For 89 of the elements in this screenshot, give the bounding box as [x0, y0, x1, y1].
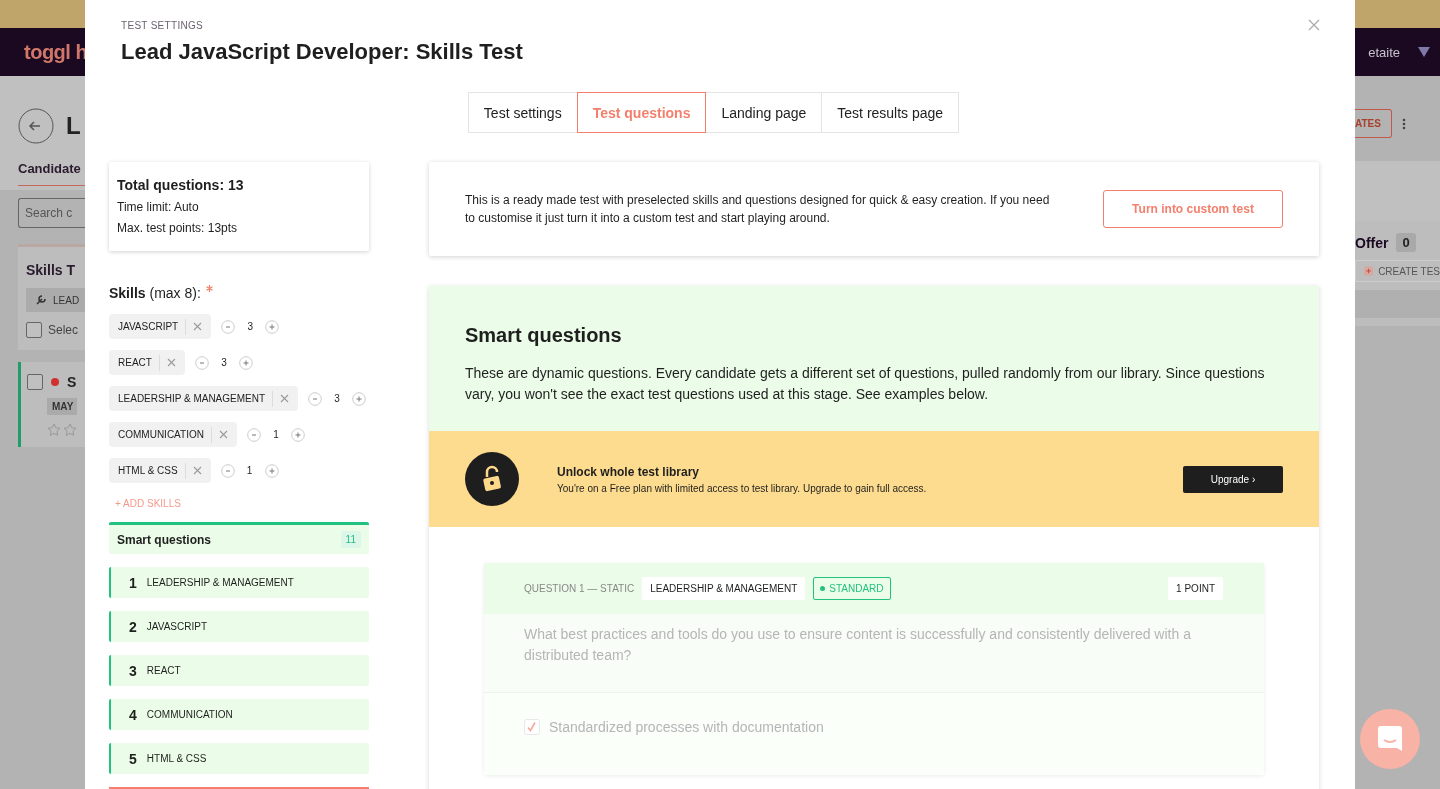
banner-text: You're on a Free plan with limited access to test library. Upgrade to gain full access. — [557, 482, 928, 494]
answer-text: Standardized processes with documentation — [549, 719, 824, 735]
stage-title: Skills T — [26, 262, 77, 278]
upgrade-button[interactable]: Upgrade › — [1183, 465, 1283, 493]
minus-icon[interactable] — [246, 427, 261, 442]
section-header[interactable]: Smart questions 11 — [109, 522, 369, 554]
plus-icon[interactable] — [265, 319, 280, 334]
time-limit: Time limit: Auto — [117, 200, 200, 214]
remove-icon[interactable] — [280, 394, 290, 403]
chat-button[interactable] — [1360, 709, 1420, 769]
page-title: L — [66, 112, 81, 140]
total-questions: Total questions: 13 — [117, 177, 245, 193]
question-skill: LEADERSHIP & MANAGEMENT — [146, 577, 294, 588]
user-name[interactable]: etaite — [1368, 44, 1400, 60]
skills-label: Skills (max 8): — [109, 285, 201, 301]
question-number: 3 — [129, 662, 137, 679]
more-icon[interactable] — [1401, 117, 1406, 130]
eyebrow-label: TEST SETTINGS — [121, 20, 204, 31]
skill-name: COMMUNICATION — [118, 429, 204, 440]
question-item[interactable]: 5 HTML & CSS — [109, 743, 369, 774]
unlocked-padlock-icon — [465, 452, 519, 506]
test-chip[interactable]: LEAD — [26, 288, 85, 312]
panel-title: Smart questions — [465, 324, 623, 347]
plus-icon — [1364, 265, 1374, 277]
question-count: 1 — [245, 465, 254, 476]
skill-name: HTML & CSS — [118, 465, 178, 476]
tab[interactable]: Test settings — [467, 92, 578, 133]
select-label: Selec — [48, 323, 79, 337]
question-item[interactable]: 1 LEADERSHIP & MANAGEMENT — [109, 567, 369, 598]
question-number: 2 — [129, 618, 137, 635]
tag: MAY — [47, 398, 78, 415]
question-item[interactable]: 2 JAVASCRIPT — [109, 611, 369, 642]
remove-icon[interactable] — [166, 358, 176, 367]
tab[interactable]: Landing page — [705, 92, 823, 133]
back-icon[interactable] — [18, 108, 54, 144]
skill-name: JAVASCRIPT — [118, 321, 179, 332]
plus-icon[interactable] — [290, 427, 305, 442]
question-count: 1 — [272, 429, 280, 440]
plus-icon[interactable] — [264, 463, 279, 478]
remove-icon[interactable] — [193, 322, 203, 331]
plus-icon[interactable] — [238, 355, 253, 370]
question-label: QUESTION 1 — STATIC — [524, 583, 635, 594]
question-skill: COMMUNICATION — [146, 709, 233, 720]
question-text: What best practices and tools do you use to ensure content is successfully and consistently delivered with a distributed team? — [484, 614, 1264, 693]
checkbox[interactable] — [26, 322, 42, 338]
candidate-name: S — [67, 374, 77, 390]
modal-title: Lead JavaScript Developer: Skills Test — [121, 39, 524, 65]
question-skill: HTML & CSS — [146, 753, 207, 764]
question-number: 4 — [129, 706, 137, 723]
question-skill: REACT — [146, 665, 181, 676]
max-points: Max. test points: 13pts — [117, 221, 239, 235]
banner-title: Unlock whole test library — [557, 464, 701, 479]
notice-text: This is a ready made test with preselected skills and questions designed for quick & easy creation. If you need to customise it just turn it into a custom test and start playing around. — [465, 192, 1051, 227]
question-count: 3 — [333, 393, 341, 404]
tab[interactable]: Test results page — [821, 92, 960, 133]
skill-name: REACT — [118, 357, 152, 368]
question-skill: JAVASCRIPT — [146, 621, 207, 632]
count-badge: 0 — [1396, 233, 1416, 252]
question-item[interactable]: 4 COMMUNICATION — [109, 699, 369, 730]
dropdown-icon[interactable] — [1418, 47, 1430, 57]
count-badge: 11 — [340, 531, 361, 548]
skill-name: LEADERSHIP & MANAGEMENT — [118, 393, 266, 404]
search-field[interactable]: Search c — [18, 198, 85, 228]
wrench-icon — [35, 294, 47, 306]
stage-title: Offer — [1355, 234, 1389, 251]
question-number: 1 — [129, 574, 137, 591]
chat-icon — [1375, 724, 1405, 754]
minus-icon[interactable] — [194, 355, 209, 370]
remove-icon[interactable] — [192, 466, 202, 475]
checkbox[interactable] — [27, 374, 43, 390]
create-test-button[interactable]: CREATE TES — [1355, 260, 1440, 282]
skill-tag: LEADERSHIP & MANAGEMENT — [642, 577, 806, 600]
question-number: 5 — [129, 750, 137, 767]
question-count: 3 — [220, 357, 228, 368]
plus-icon[interactable] — [352, 391, 367, 406]
minus-icon[interactable] — [220, 463, 235, 478]
minus-icon[interactable] — [308, 391, 323, 406]
section-title: Smart questions — [117, 532, 212, 547]
star-icon[interactable] — [47, 423, 61, 437]
minus-icon[interactable] — [221, 319, 236, 334]
question-item[interactable]: 3 REACT — [109, 655, 369, 686]
panel-description: These are dynamic questions. Every candidate gets a different set of questions, pulled randomly from our library. Since questions vary, you won't see the exact test questions used at this stage. See examples below. — [465, 364, 1266, 404]
points-tag: 1 POINT — [1168, 577, 1223, 600]
question-count: 3 — [246, 321, 254, 332]
close-icon[interactable] — [1308, 19, 1320, 31]
star-icon[interactable] — [63, 423, 77, 437]
candidate-card[interactable]: S MAY — [18, 362, 85, 447]
difficulty-tag: STANDARD — [813, 577, 891, 600]
remove-icon[interactable] — [218, 430, 228, 439]
